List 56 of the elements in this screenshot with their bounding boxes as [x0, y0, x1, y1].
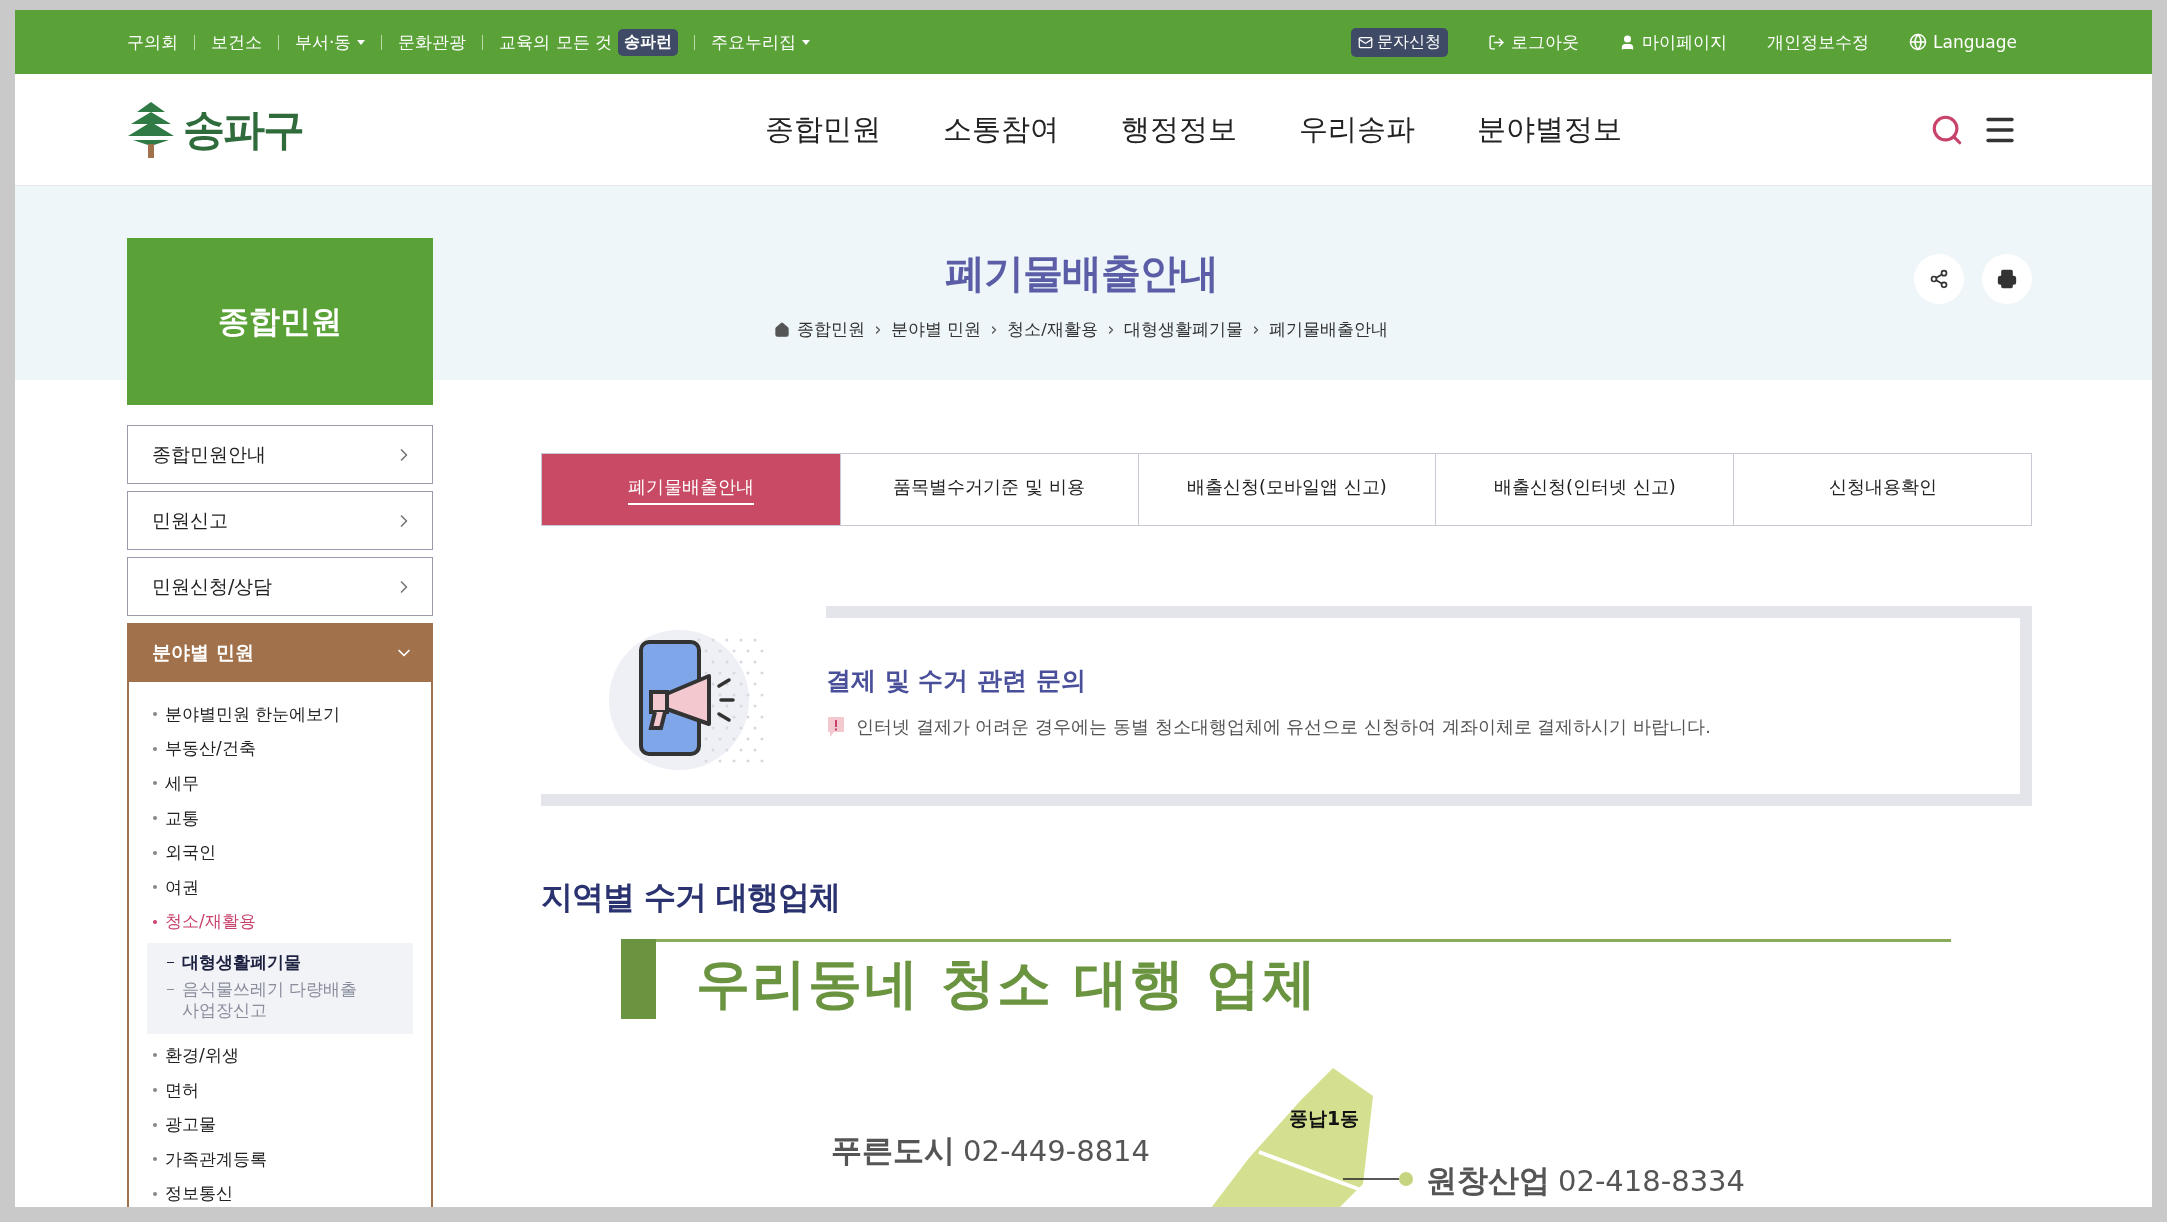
submenu-item[interactable]: 세무	[147, 766, 413, 801]
notice-title: 결제 및 수거 관련 문의	[826, 664, 1087, 697]
submenu-item[interactable]: 교통	[147, 800, 413, 836]
nav-link[interactable]: 소통참여	[943, 109, 1059, 150]
globe-icon	[1909, 33, 1928, 51]
share-button[interactable]	[1914, 254, 1964, 304]
submenu-item[interactable]: 여권	[147, 869, 413, 905]
sidebar-item[interactable]: 종합민원안내	[127, 425, 433, 484]
top-link[interactable]: 교육의 모든 것 송파런	[499, 28, 679, 56]
submenu-item[interactable]: 면허	[147, 1072, 413, 1108]
nav-link[interactable]: 종합민원	[765, 109, 881, 150]
sidebar-item[interactable]: 민원신청/상담	[127, 557, 433, 616]
logo[interactable]: 송파구	[127, 99, 303, 160]
company-label: 푸른도시 02-449-8814	[831, 1131, 1150, 1170]
caret-icon	[802, 39, 811, 45]
submenu-item[interactable]: 분야별민원 한눈에보기	[147, 697, 413, 732]
sidebar-item[interactable]: 민원신고	[127, 491, 433, 550]
nav-link[interactable]: 분야별정보	[1477, 109, 1622, 150]
submenu-item[interactable]: 환경/위생	[147, 1038, 413, 1073]
submenu-item[interactable]: 부동산/건축	[147, 731, 413, 767]
sidebar-title: 종합민원	[127, 238, 433, 405]
submenu-item[interactable]: 대형생활폐기물	[167, 949, 403, 977]
submenu-item[interactable]: 가족관계등록	[147, 1141, 413, 1177]
nav-link[interactable]: 우리송파	[1299, 109, 1415, 150]
print-button[interactable]	[1982, 254, 2032, 304]
company-label: 원창산업 02-418-8334	[1426, 1161, 1745, 1200]
area-label: 풍납1동	[1289, 1106, 1360, 1131]
submenu-item[interactable]: 광고물	[147, 1107, 413, 1142]
notice-text: 인터넷 결제가 어려운 경우에는 동별 청소대행업체에 유선으로 신청하여 계좌이체로 결제하시기 바랍니다.	[856, 714, 1711, 739]
mail-icon	[1358, 34, 1374, 50]
breadcrumb-link[interactable]: 폐기물배출안내	[1268, 319, 1388, 341]
breadcrumb-link[interactable]: 분야별 민원	[891, 319, 982, 341]
submenu-item[interactable]: 외국인	[147, 835, 413, 870]
breadcrumb-link[interactable]: 대형생활폐기물	[1123, 319, 1243, 341]
submenu-item[interactable]: 정보통신	[147, 1176, 413, 1207]
breadcrumb-link[interactable]: 종합민원	[797, 319, 866, 341]
print-icon	[1997, 269, 2017, 289]
alert-icon	[826, 715, 846, 738]
logout-icon	[1488, 33, 1506, 51]
caret-icon	[357, 39, 366, 45]
home-icon	[774, 322, 791, 338]
share-icon	[1929, 269, 1949, 289]
tab[interactable]: 폐기물배출안내	[542, 454, 840, 525]
infographic-title: 우리동네 청소 대행 업체	[696, 951, 1319, 1017]
sidebar-item[interactable]: 분야별 민원	[127, 623, 433, 682]
sms-button[interactable]: 문자신청	[1351, 27, 1449, 57]
badge: 송파런	[618, 28, 679, 56]
dash-icon	[167, 989, 174, 991]
page-title: 폐기물배출안내	[944, 249, 1218, 298]
breadcrumb-link[interactable]: 청소/재활용	[1007, 319, 1098, 341]
submenu-item[interactable]: 청소/재활용	[147, 904, 413, 940]
leader-line	[1343, 1172, 1413, 1186]
nav-link[interactable]: 행정정보	[1121, 109, 1237, 150]
dash-icon	[167, 962, 174, 964]
tree-icon	[127, 99, 175, 160]
section-title: 지역별 수거 대행업체	[541, 877, 842, 918]
